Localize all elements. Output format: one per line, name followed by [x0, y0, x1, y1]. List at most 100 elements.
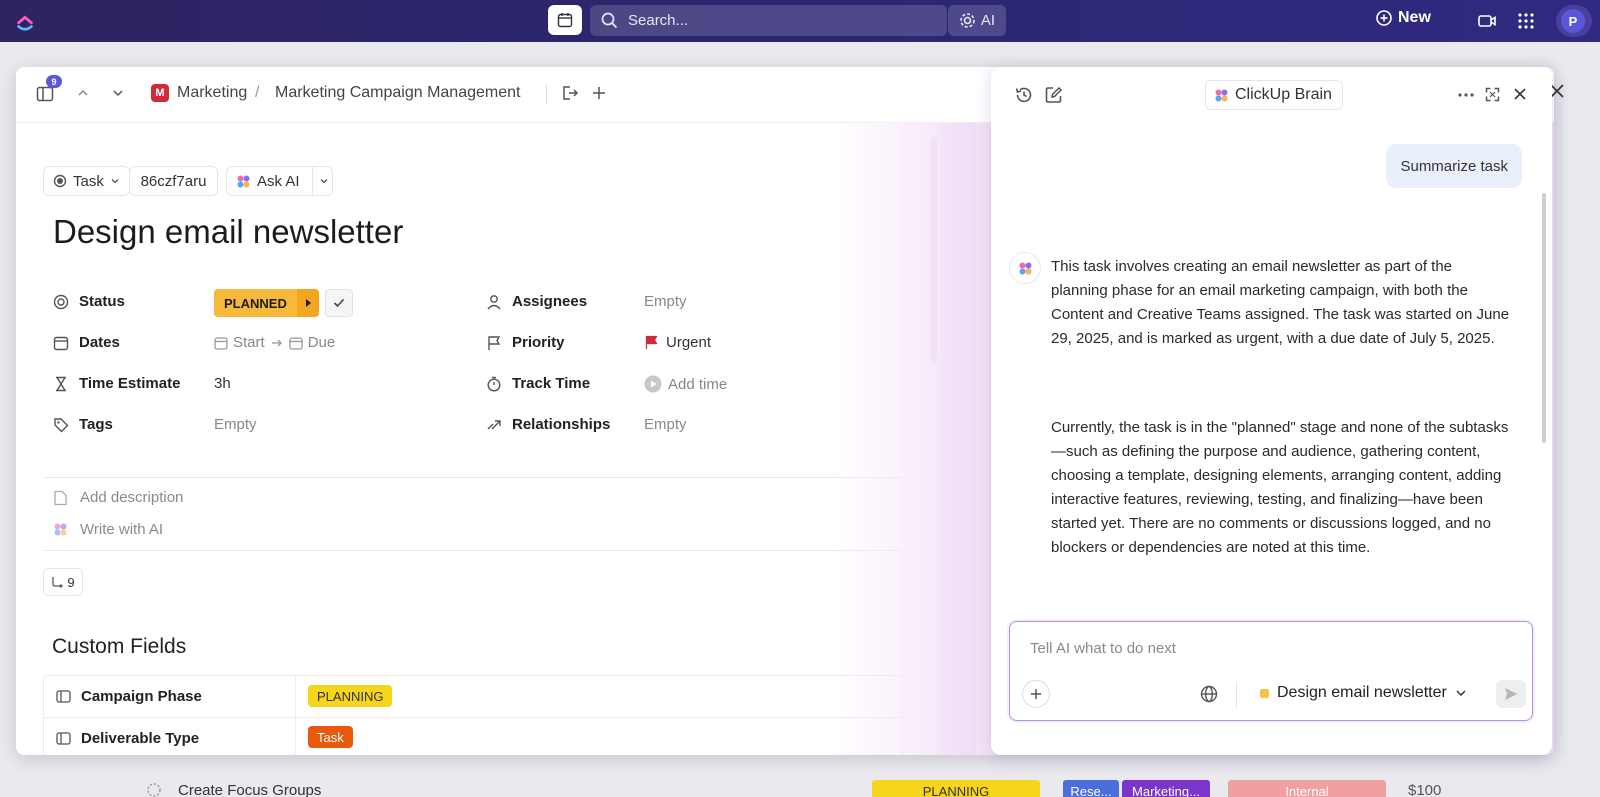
notification-badge: 9	[46, 75, 62, 88]
next-status-button[interactable]	[296, 289, 319, 317]
globe-icon[interactable]	[1200, 685, 1218, 703]
dates-value[interactable]: Start Due	[214, 334, 335, 351]
list-item-title[interactable]: Create Focus Groups	[178, 782, 321, 797]
check-icon	[333, 298, 345, 308]
ai-sparkle-icon	[54, 523, 67, 536]
campaign-phase-value[interactable]: PLANNING	[308, 685, 393, 707]
new-button[interactable]: New	[1376, 9, 1431, 27]
track-time-value[interactable]: Add time	[644, 375, 727, 393]
add-description[interactable]: Add description	[53, 489, 183, 506]
relationships-value[interactable]: Empty	[644, 416, 687, 433]
complete-task-button[interactable]	[325, 289, 353, 317]
tags-value[interactable]: Empty	[214, 416, 257, 433]
breadcrumb-space[interactable]: Marketing	[177, 84, 247, 102]
flag-icon	[488, 335, 501, 350]
plus-icon	[1031, 689, 1041, 699]
video-record-icon[interactable]	[1477, 11, 1497, 31]
brain-title-button[interactable]: ClickUp Brain	[1205, 80, 1343, 110]
user-message: Summarize task	[1386, 144, 1522, 188]
time-estimate-value[interactable]: 3h	[214, 375, 231, 392]
add-description-label: Add description	[80, 489, 184, 506]
field-type-icon	[56, 732, 71, 745]
deliverable-type-value[interactable]: Task	[308, 726, 353, 748]
tags-label: Tags	[79, 416, 113, 433]
ask-ai-divider	[311, 167, 313, 195]
ai-button[interactable]: AI	[948, 5, 1006, 36]
assignees-label: Assignees	[512, 293, 588, 310]
custom-fields-title: Custom Fields	[52, 635, 187, 658]
priority-field-label: Priority	[486, 334, 565, 351]
search-icon	[601, 12, 618, 29]
custom-field-label: Deliverable Type	[81, 730, 200, 747]
status-label: Status	[79, 293, 125, 310]
background-list-row: Create Focus Groups PLANNING Rese... Mar…	[0, 778, 1600, 797]
chevron-down-icon[interactable]	[111, 86, 125, 100]
move-task-icon[interactable]	[561, 84, 579, 102]
status-badge[interactable]: PLANNED	[214, 289, 319, 317]
panel-fade	[836, 123, 976, 755]
chevron-up-icon[interactable]	[76, 86, 90, 100]
status-value: PLANNED	[224, 295, 287, 311]
expand-icon[interactable]	[1485, 87, 1500, 102]
context-label: Design email newsletter	[1277, 684, 1447, 701]
close-icon[interactable]	[1513, 87, 1527, 101]
task-type-selector[interactable]: Task	[43, 166, 130, 196]
new-chat-icon[interactable]	[1044, 85, 1064, 105]
task-id[interactable]: 86czf7aru	[129, 166, 218, 196]
more-options-icon[interactable]	[1457, 90, 1475, 100]
ask-ai-label: Ask AI	[257, 172, 300, 190]
tags-field-label: Tags	[53, 416, 113, 433]
subtasks-count: 9	[67, 574, 75, 590]
priority-value[interactable]: Urgent	[644, 334, 711, 351]
dates-label: Dates	[79, 334, 120, 351]
search-placeholder: Search...	[628, 12, 689, 29]
tag-icon	[54, 417, 69, 432]
column-separator	[295, 676, 296, 718]
user-avatar[interactable]: P	[1556, 5, 1592, 37]
track-time-field-label: Track Time	[486, 375, 590, 392]
brain-logo-icon	[1215, 89, 1228, 101]
clickup-brain-panel: ClickUp Brain Summarize task This task i…	[991, 67, 1552, 755]
send-button[interactable]	[1496, 680, 1526, 708]
attach-button[interactable]	[1022, 680, 1050, 708]
calendar-due-icon	[289, 336, 303, 350]
custom-field-name: Campaign Phase	[56, 688, 202, 705]
status-icon	[53, 294, 69, 309]
context-selector[interactable]: Design email newsletter	[1260, 684, 1467, 702]
urgent-flag-icon	[645, 335, 658, 349]
composer-placeholder[interactable]: Tell AI what to do next	[1030, 640, 1176, 657]
custom-fields-table: Campaign Phase PLANNING Deliverable Type…	[43, 675, 903, 755]
assignees-value[interactable]: Empty	[644, 293, 687, 310]
column-separator	[295, 718, 296, 755]
scrollbar-thumb[interactable]	[1542, 193, 1546, 443]
plus-circle-icon	[1376, 10, 1392, 26]
relationship-icon	[487, 419, 501, 429]
apps-grid-icon[interactable]	[1516, 11, 1536, 31]
hourglass-icon	[56, 376, 66, 391]
list-item-tag: Rese...	[1063, 780, 1119, 797]
add-icon[interactable]	[591, 85, 607, 101]
chevron-down-icon[interactable]	[319, 176, 329, 186]
list-item-status[interactable]: PLANNING	[872, 780, 1040, 797]
priority-text: Urgent	[666, 334, 712, 351]
calendar-button[interactable]	[548, 5, 582, 35]
start-date[interactable]: Start	[233, 334, 265, 351]
clickup-logo-icon[interactable]	[14, 10, 36, 32]
status-circle-icon	[147, 783, 161, 797]
composer-divider	[1236, 682, 1237, 708]
brain-scrollbar[interactable]	[1542, 127, 1546, 597]
send-icon	[1505, 688, 1518, 700]
breadcrumb-list[interactable]: Marketing Campaign Management	[275, 84, 520, 102]
breadcrumb-separator: /	[255, 84, 260, 101]
history-icon[interactable]	[1014, 85, 1034, 105]
search-input[interactable]: Search...	[590, 5, 947, 36]
ai-composer[interactable]: Tell AI what to do next Design email new…	[1009, 621, 1533, 721]
add-time-text: Add time	[668, 375, 728, 393]
subtasks-count-button[interactable]: 9	[43, 568, 83, 596]
task-title[interactable]: Design email newsletter	[53, 213, 403, 251]
ask-ai-button[interactable]: Ask AI	[226, 166, 333, 196]
calendar-icon	[53, 336, 69, 350]
stopwatch-icon	[487, 376, 501, 392]
due-date[interactable]: Due	[308, 334, 336, 351]
write-with-ai[interactable]: Write with AI	[53, 521, 163, 538]
